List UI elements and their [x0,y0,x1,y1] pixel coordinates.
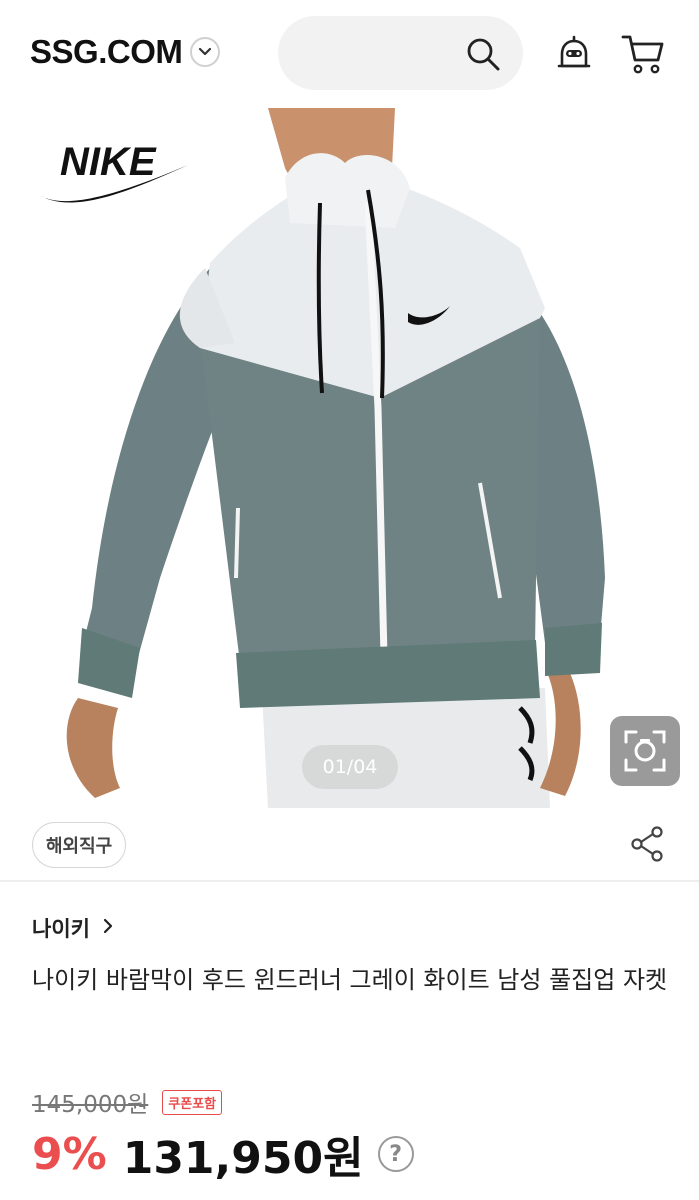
image-pager: 01/04 [302,745,398,789]
discount-rate: 9% [32,1128,107,1180]
product-image-carousel[interactable]: NIKE 01/04 [0,108,699,808]
share-icon[interactable] [628,824,668,868]
divider [0,880,699,882]
camera-lens-icon [624,730,666,772]
site-logo-text[interactable]: SSG.COM [30,33,183,71]
cart-icon[interactable] [620,32,666,80]
original-price: 145,000원 [32,1092,149,1118]
svg-text:NIKE: NIKE [60,140,157,184]
price-help-icon[interactable]: ? [377,1136,414,1172]
nike-logo: NIKE [30,133,190,217]
search-icon[interactable] [465,36,501,76]
chevron-down-icon[interactable] [190,37,221,67]
original-price-row: 145,000원 쿠폰포함 [32,1085,223,1119]
bell-icon[interactable] [554,34,594,78]
product-title: 나이키 바람막이 후드 윈드러너 그레이 화이트 남성 풀집업 자켓 [32,966,668,994]
search-input[interactable] [278,16,523,90]
sale-price: 131,950원 [122,1133,364,1184]
chevron-right-icon [102,916,114,940]
overseas-badge: 해외직구 [32,822,127,868]
coupon-included-tag: 쿠폰포함 [162,1089,223,1115]
brand-link-label[interactable]: 나이키 [32,913,90,943]
brand-link[interactable]: 나이키 [32,913,114,943]
sale-price-row: 9% 131,950원 ? [32,1122,414,1186]
image-search-button[interactable] [610,716,680,786]
site-logo[interactable]: SSG.COM [30,33,221,71]
badge-row: 해외직구 [0,816,699,880]
top-header: SSG.COM [0,0,699,108]
